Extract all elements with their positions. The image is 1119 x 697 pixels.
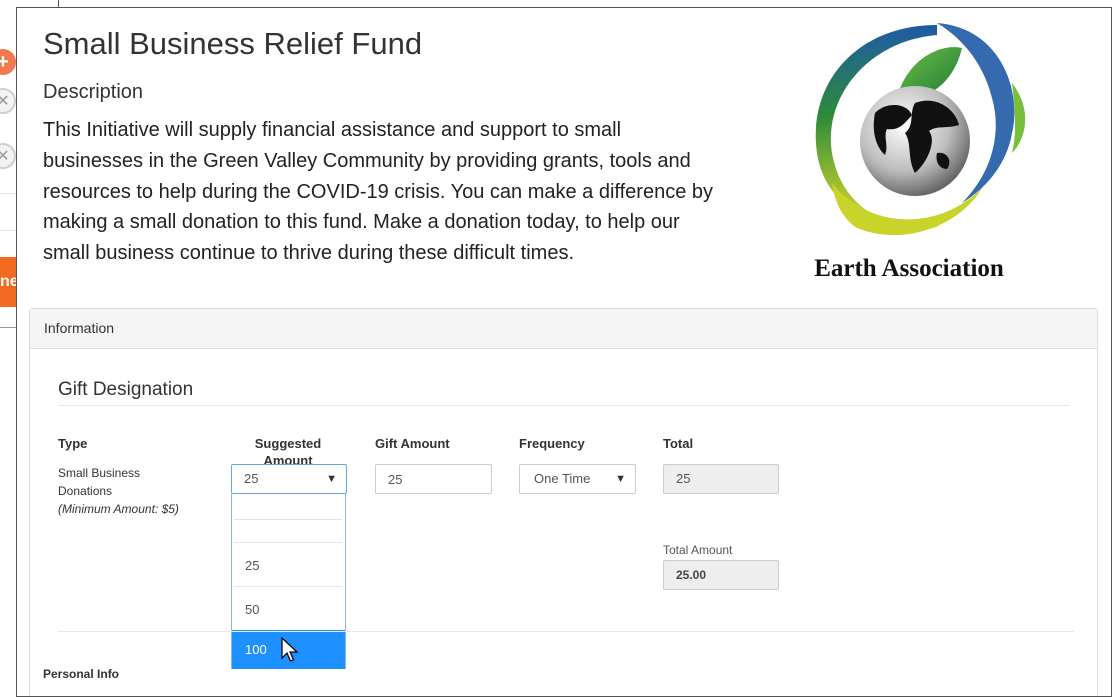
dropdown-option-50[interactable]: 50	[232, 598, 345, 622]
total-value: 25	[676, 471, 691, 486]
page-title: Small Business Relief Fund	[43, 26, 423, 61]
mouse-cursor-icon	[281, 637, 299, 662]
frequency-value: One Time	[534, 471, 591, 486]
column-header-frequency: Frequency	[519, 436, 585, 451]
dropdown-separator	[234, 519, 342, 520]
total-amount-value: 25.00	[676, 568, 707, 582]
personal-info-label: Personal Info	[43, 667, 120, 681]
chevron-down-icon: ▼	[615, 473, 626, 485]
suggested-amount-value: 25	[244, 471, 259, 486]
column-header-type: Type	[58, 436, 88, 451]
panel-header: Information	[30, 309, 1097, 349]
section-divider	[58, 405, 1070, 406]
column-header-total: Total	[663, 436, 694, 451]
logo-text: Earth Association	[814, 255, 1004, 282]
total-amount-field: 25.00	[663, 560, 779, 590]
frequency-select[interactable]: One Time ▼	[519, 464, 636, 494]
total-field: 25	[663, 464, 779, 494]
minimum-amount-note: (Minimum Amount: $5)	[58, 502, 179, 516]
total-amount-label: Total Amount	[663, 543, 733, 557]
gift-type-line1: Small Business	[58, 466, 141, 480]
chevron-down-icon: ▼	[326, 473, 337, 485]
description-text: This Initiative will supply financial as…	[43, 119, 713, 265]
donation-modal: Small Business Relief Fund Description T…	[16, 7, 1112, 697]
gift-type-line2: Donations	[58, 484, 113, 498]
dropdown-option-25[interactable]: 25	[232, 554, 345, 578]
gift-amount-input[interactable]	[375, 464, 492, 494]
column-header-gift-amount: Gift Amount	[375, 436, 450, 451]
gift-designation-title: Gift Designation	[58, 379, 194, 400]
earth-association-logo: Earth Association	[814, 23, 1026, 282]
dropdown-option-blank[interactable]	[232, 494, 345, 516]
dropdown-separator	[234, 542, 342, 543]
dropdown-separator	[234, 586, 342, 587]
gift-type-text: Small Business Donations (Minimum Amount…	[58, 464, 198, 518]
description-label: Description	[43, 81, 144, 103]
section-divider	[58, 631, 1074, 632]
suggested-amount-select[interactable]: 25 ▼	[231, 464, 347, 494]
information-panel: Information Gift Designation Type Sugges…	[29, 308, 1098, 696]
column-header-suggested-line1: Suggested	[254, 436, 322, 451]
